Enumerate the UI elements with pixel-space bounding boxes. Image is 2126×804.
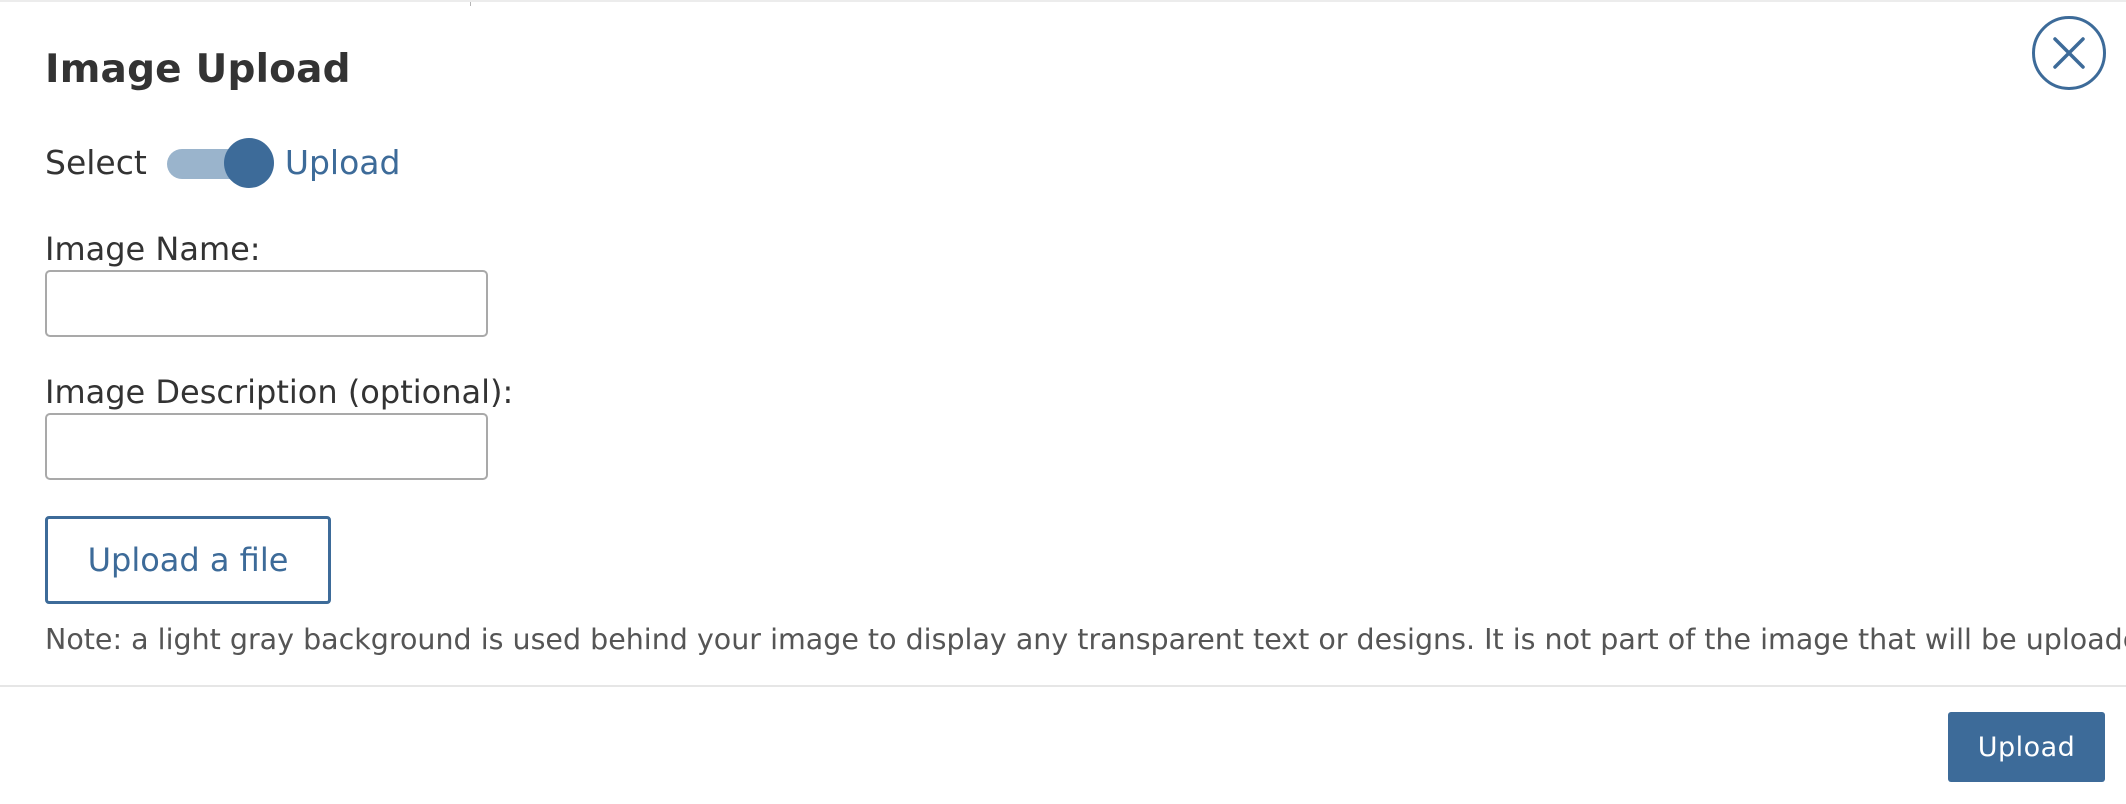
transparency-note: Note: a light gray background is used be…	[45, 623, 2126, 656]
image-name-input[interactable]	[45, 270, 488, 337]
image-description-label: Image Description (optional):	[45, 373, 514, 411]
close-icon	[2051, 35, 2087, 71]
image-upload-dialog: Image Upload Select Upload Image Name: I…	[0, 0, 2126, 804]
image-description-input[interactable]	[45, 413, 488, 480]
close-button[interactable]	[2032, 16, 2106, 90]
image-name-label: Image Name:	[45, 230, 261, 268]
footer-divider	[0, 685, 2126, 687]
select-upload-toggle[interactable]	[166, 138, 277, 188]
upload-a-file-button[interactable]: Upload a file	[45, 516, 331, 604]
toggle-label-upload: Upload	[284, 143, 401, 182]
toggle-knob[interactable]	[223, 138, 274, 188]
select-upload-toggle-row: Select Upload	[45, 138, 400, 188]
toggle-label-select: Select	[45, 143, 147, 182]
upload-submit-button[interactable]: Upload	[1948, 712, 2105, 782]
top-edge-tick	[470, 2, 471, 6]
dialog-title: Image Upload	[45, 47, 351, 92]
